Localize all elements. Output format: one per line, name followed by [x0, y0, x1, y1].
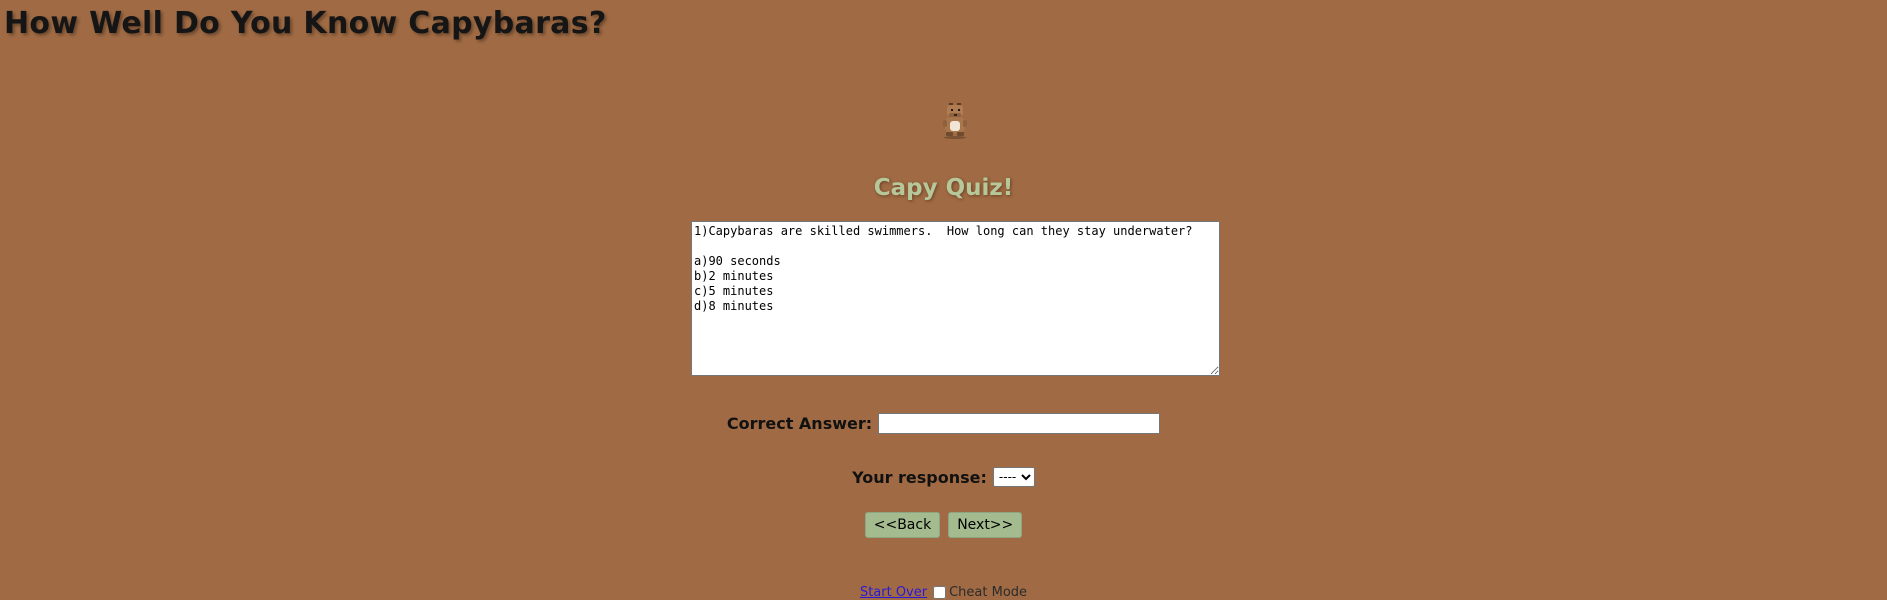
capybara-icon	[938, 100, 972, 140]
question-textarea[interactable]: 1)Capybaras are skilled swimmers. How lo…	[691, 221, 1220, 376]
nav-buttons: <<Back Next>>	[0, 512, 1887, 538]
footer: Start Over Cheat Mode	[0, 584, 1887, 600]
back-button[interactable]: <<Back	[864, 512, 941, 538]
correct-answer-input[interactable]	[878, 412, 1161, 434]
page-heading: How Well Do You Know Capybaras?	[4, 6, 607, 41]
correct-answer-label: Correct Answer:	[726, 413, 873, 433]
cheat-mode-checkbox[interactable]	[933, 585, 947, 599]
correct-answer-row: Correct Answer:	[0, 412, 1887, 434]
response-row: Your response: ----	[0, 466, 1887, 488]
next-button[interactable]: Next>>	[948, 512, 1023, 538]
start-over-link[interactable]: Start Over	[860, 585, 927, 600]
cheat-mode-label: Cheat Mode	[949, 584, 1028, 600]
response-select[interactable]: ----	[992, 467, 1035, 487]
quiz-title: Capy Quiz!	[873, 175, 1014, 201]
response-label: Your response:	[852, 467, 987, 487]
